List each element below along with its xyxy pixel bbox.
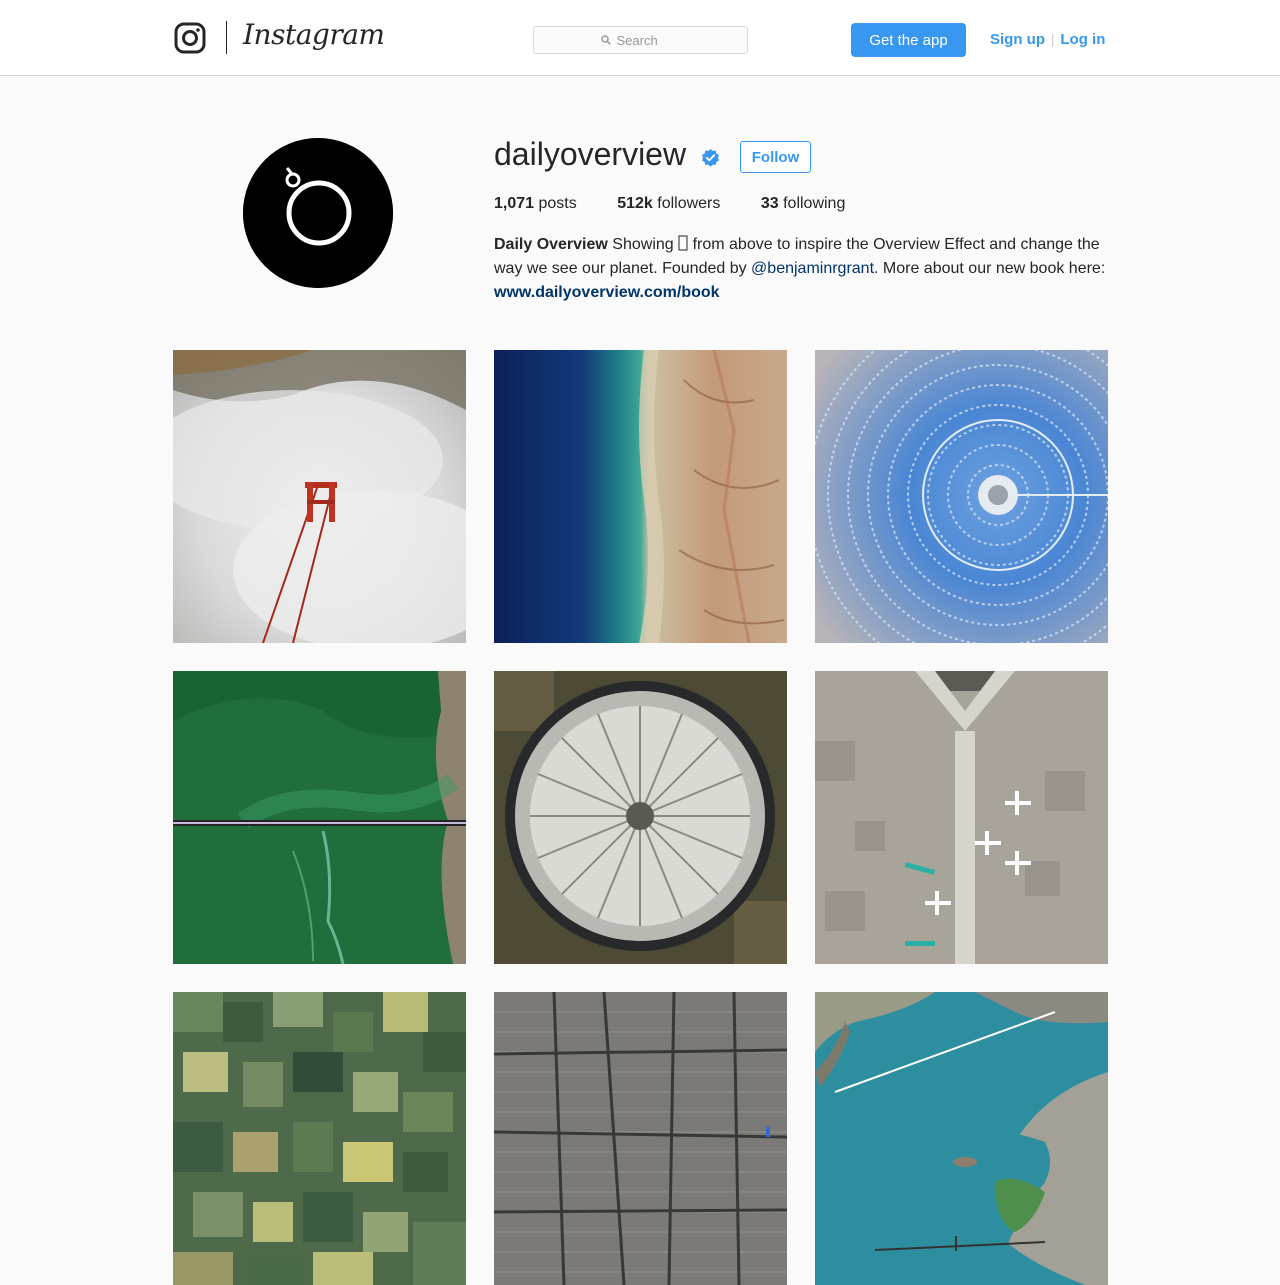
bio-text-1: Showing — [612, 236, 679, 253]
post-image — [815, 350, 1108, 643]
missing-glyph-icon — [678, 235, 688, 251]
post-thumbnail[interactable] — [173, 992, 466, 1285]
instagram-wordmark[interactable]: Instagram — [243, 18, 385, 51]
auth-links: Sign up | Log in — [990, 31, 1105, 48]
post-thumbnail[interactable] — [494, 671, 787, 964]
search-box[interactable] — [533, 26, 748, 54]
profile-bio: Daily Overview Showing from above to ins… — [494, 233, 1109, 305]
post-image — [815, 671, 1108, 964]
bio-full-name: Daily Overview — [494, 236, 608, 253]
daily-overview-logo — [243, 138, 393, 288]
post-image — [173, 671, 466, 964]
follow-button[interactable]: Follow — [740, 141, 811, 173]
bio-website-link[interactable]: www.dailyoverview.com/book — [494, 284, 720, 301]
sign-up-link[interactable]: Sign up — [990, 31, 1045, 48]
following-label: following — [783, 195, 846, 212]
posts-count: 1,071 — [494, 195, 535, 212]
profile-stats: 1,071 posts 512k followers 33 following — [494, 195, 881, 213]
post-thumbnail[interactable] — [173, 350, 466, 643]
search-input[interactable] — [616, 32, 681, 48]
post-thumbnail[interactable] — [815, 992, 1108, 1285]
followers-stat[interactable]: 512k followers — [617, 195, 720, 212]
following-stat[interactable]: 33 following — [761, 195, 846, 212]
followers-label: followers — [657, 195, 721, 212]
post-thumbnail[interactable] — [494, 992, 787, 1285]
post-thumbnail[interactable] — [815, 350, 1108, 643]
bio-text-3: . More about our new book here: — [874, 260, 1106, 277]
profile-username: dailyoverview — [494, 136, 687, 172]
post-image — [494, 350, 787, 643]
post-image — [494, 992, 787, 1285]
instagram-camera-icon[interactable] — [174, 22, 206, 54]
post-thumbnail[interactable] — [815, 671, 1108, 964]
logo-divider — [226, 21, 227, 54]
followers-count: 512k — [617, 195, 653, 212]
search-icon — [600, 35, 611, 45]
bio-mention-link[interactable]: @benjaminrgrant — [751, 260, 874, 277]
post-image — [815, 992, 1108, 1285]
post-thumbnail[interactable] — [494, 350, 787, 643]
auth-separator: | — [1051, 32, 1055, 47]
log-in-link[interactable]: Log in — [1060, 31, 1105, 48]
posts-label: posts — [538, 195, 577, 212]
get-the-app-button[interactable]: Get the app — [851, 23, 966, 57]
following-count: 33 — [760, 195, 779, 212]
posts-stat: 1,071 posts — [494, 195, 577, 212]
top-navigation-bar: Instagram Get the app Sign up | Log in — [0, 0, 1280, 76]
profile-avatar — [243, 138, 393, 288]
post-image — [173, 350, 466, 643]
post-image — [494, 671, 787, 964]
post-image — [173, 992, 466, 1285]
verified-badge-icon — [701, 148, 720, 167]
post-thumbnail[interactable] — [173, 671, 466, 964]
